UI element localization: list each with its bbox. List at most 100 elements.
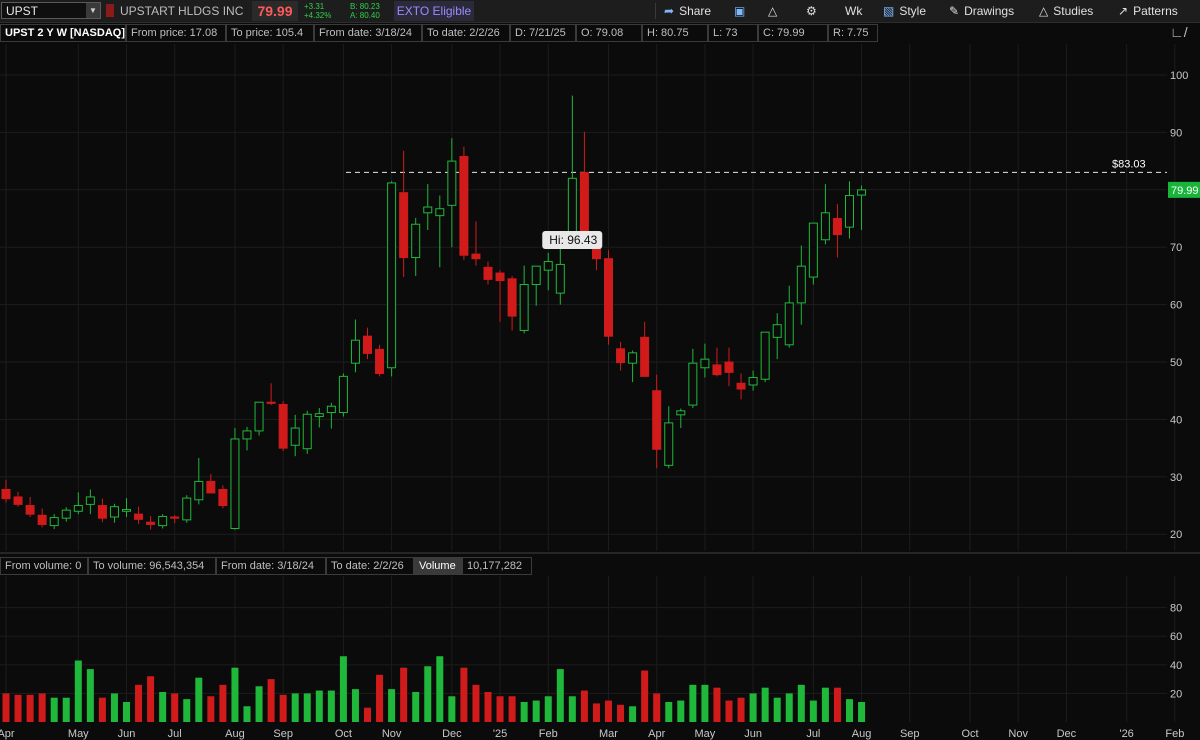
patterns-button[interactable]: ↗ Patterns [1118,2,1178,20]
candle-up [194,480,204,501]
settings-button[interactable]: ⚙ [806,2,822,20]
style-button[interactable]: ▧ Style [883,2,926,20]
candle-up [122,509,131,512]
panel-divider[interactable] [0,552,1200,554]
volume-bar [231,667,239,722]
volume-bar [339,656,347,722]
price-tick-label: 90 [1170,127,1182,139]
aggregation-button[interactable]: Wk [845,2,862,20]
company-name: UPSTART HLDGS INC [120,4,244,18]
to-price: To price: 105.4 [226,24,314,42]
candle-down [495,272,505,282]
studies-button[interactable]: △ Studies [1039,2,1093,20]
volume-bar [580,690,588,722]
candle-up [808,222,818,278]
candle-up [49,517,59,527]
time-tick-label: '26 [1119,728,1133,740]
exto-badge[interactable]: EXTO Eligible [394,1,474,21]
volume-bar [98,697,106,722]
volume-bar [110,693,118,722]
volume-bar [376,674,384,722]
volume-bar [412,691,420,722]
candle-down [579,172,589,240]
volume-bar [858,701,866,722]
candle-up [857,189,867,196]
candle-down [134,513,144,520]
symbol-input[interactable]: UPST ▼ [1,2,101,19]
candle-down [37,514,47,525]
candle-down [266,401,276,404]
volume-bar [520,701,528,722]
candle-up [230,438,240,529]
volume-bar [846,699,853,722]
candle-up [845,195,854,228]
volume-bar [544,696,552,722]
volume-bar [147,676,155,722]
volume-bar [472,684,480,722]
price-axis: 2030405060708090100 [1170,70,1188,541]
time-tick-label: Aug [852,728,872,740]
candle-up [302,413,312,450]
candle-down [170,516,180,519]
beaker-button[interactable]: △ [768,2,782,20]
volume-bar [749,693,757,722]
time-tick-label: Oct [961,728,978,740]
drawing-tool-icon[interactable]: ∟/ [1170,24,1192,44]
volume-bar [243,706,251,722]
volume-bar [291,693,299,722]
price-chart[interactable]: 2030405060708090100 $83.03 Hi: 96.43 79.… [0,44,1200,551]
chart-title[interactable]: UPST 2 Y W [NASDAQ] [0,24,126,42]
volume-to-date: To date: 2/2/26 [326,557,414,575]
volume-bar [833,687,841,722]
candle-up [796,265,806,304]
toolbar-divider [655,3,656,19]
time-tick-label: Oct [335,728,352,740]
drawings-button[interactable]: ✎ Drawings [949,2,1014,20]
reference-line-label: $83.03 [1112,158,1146,170]
candle-up [314,413,324,418]
volume-bar [761,687,769,722]
candle-up [326,405,336,414]
top-toolbar: UPST ▼ UPSTART HLDGS INC 79.99 +3.31 +4.… [0,0,1200,23]
volume-study-label[interactable]: Volume [414,557,462,575]
candle-up [73,505,83,512]
time-tick-label: Feb [539,728,558,740]
volume-bar [219,684,227,722]
share-button[interactable]: ➦ Share [664,2,711,20]
camera-icon: ▣ [734,4,746,18]
price-tick-label: 50 [1170,357,1182,369]
close-value: C: 79.99 [758,24,828,42]
last-price-tag: 79.99 [1168,181,1200,198]
from-volume: From volume: 0 [0,557,88,575]
volume-chart[interactable]: 20 40 60 80 Apr May Jun Jul Aug Sep Oct Nov Dec '25 F… [0,576,1200,740]
volume-bar [725,700,733,722]
time-tick-label: Aug [225,728,245,740]
time-tick-label: Feb [1165,728,1184,740]
volume-bar [460,667,468,722]
alert-flag-icon[interactable] [106,4,114,17]
open-value: O: 79.08 [576,24,642,42]
candle-down [832,218,842,236]
volume-bar [159,691,167,722]
high-callout: Hi: 96.43 [542,230,603,249]
volume-bar [641,670,649,722]
volume-tick-label: 80 [1170,603,1182,615]
cursor-date: D: 7/21/25 [510,24,576,42]
pencil-icon: ✎ [949,4,960,18]
volume-bar [701,684,709,722]
chevron-down-icon[interactable]: ▼ [86,3,100,18]
time-tick-label: Apr [648,728,665,740]
low-value: L: 73 [708,24,758,42]
snapshot-button[interactable]: ▣ [734,2,750,20]
candles [1,95,867,530]
volume-bar [568,696,576,722]
volume-bar [737,697,745,722]
volume-bar [86,669,94,722]
candle-up [543,261,553,271]
volume-bar [773,697,781,722]
volume-bar [400,667,408,722]
volume-info-bar: From volume: 0 To volume: 96,543,354 Fro… [0,557,1170,575]
volume-bar [364,707,371,722]
volume-bar [556,669,564,722]
candle-down [13,496,23,505]
